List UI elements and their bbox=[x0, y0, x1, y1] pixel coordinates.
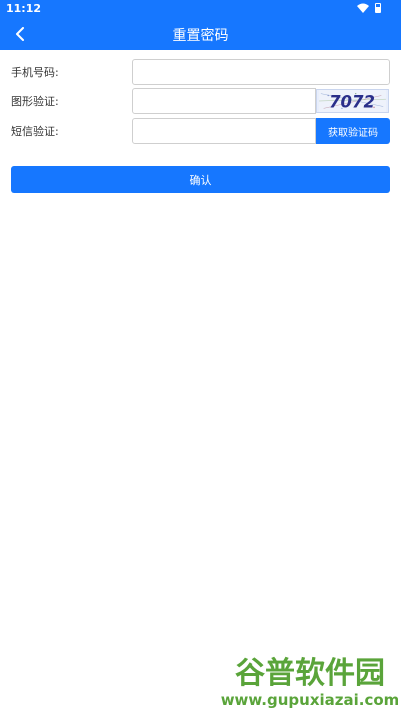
watermark-url-text: www.gupuxiazai.com bbox=[221, 691, 398, 709]
image-captcha-input[interactable] bbox=[132, 88, 316, 114]
phone-label: 手机号码: bbox=[11, 66, 59, 79]
status-icons bbox=[357, 3, 381, 13]
captcha-image[interactable]: 7072 bbox=[316, 89, 389, 113]
wifi-icon bbox=[357, 3, 369, 13]
phone-input[interactable] bbox=[132, 59, 390, 85]
battery-icon bbox=[375, 3, 381, 13]
sms-code-row: 短信验证: 获取验证码 bbox=[0, 118, 401, 144]
navigation-bar: 重置密码 bbox=[0, 18, 401, 50]
status-time: 11:12 bbox=[6, 2, 42, 15]
sms-code-input[interactable] bbox=[132, 118, 316, 144]
image-captcha-row: 图形验证: 7072 bbox=[0, 88, 401, 114]
watermark-logo: 谷普软件园 www.gupuxiazai.com bbox=[218, 651, 398, 711]
status-bar: 11:12 bbox=[0, 0, 401, 18]
phone-row: 手机号码: bbox=[0, 59, 401, 85]
watermark-logo-text: 谷普软件园 bbox=[235, 656, 385, 691]
sms-code-label: 短信验证: bbox=[11, 125, 59, 138]
confirm-button[interactable]: 确认 bbox=[11, 166, 390, 193]
captcha-text: 7072 bbox=[329, 92, 375, 111]
image-captcha-label: 图形验证: bbox=[11, 95, 59, 108]
page-title: 重置密码 bbox=[172, 28, 229, 44]
get-sms-code-button[interactable]: 获取验证码 bbox=[316, 118, 390, 144]
